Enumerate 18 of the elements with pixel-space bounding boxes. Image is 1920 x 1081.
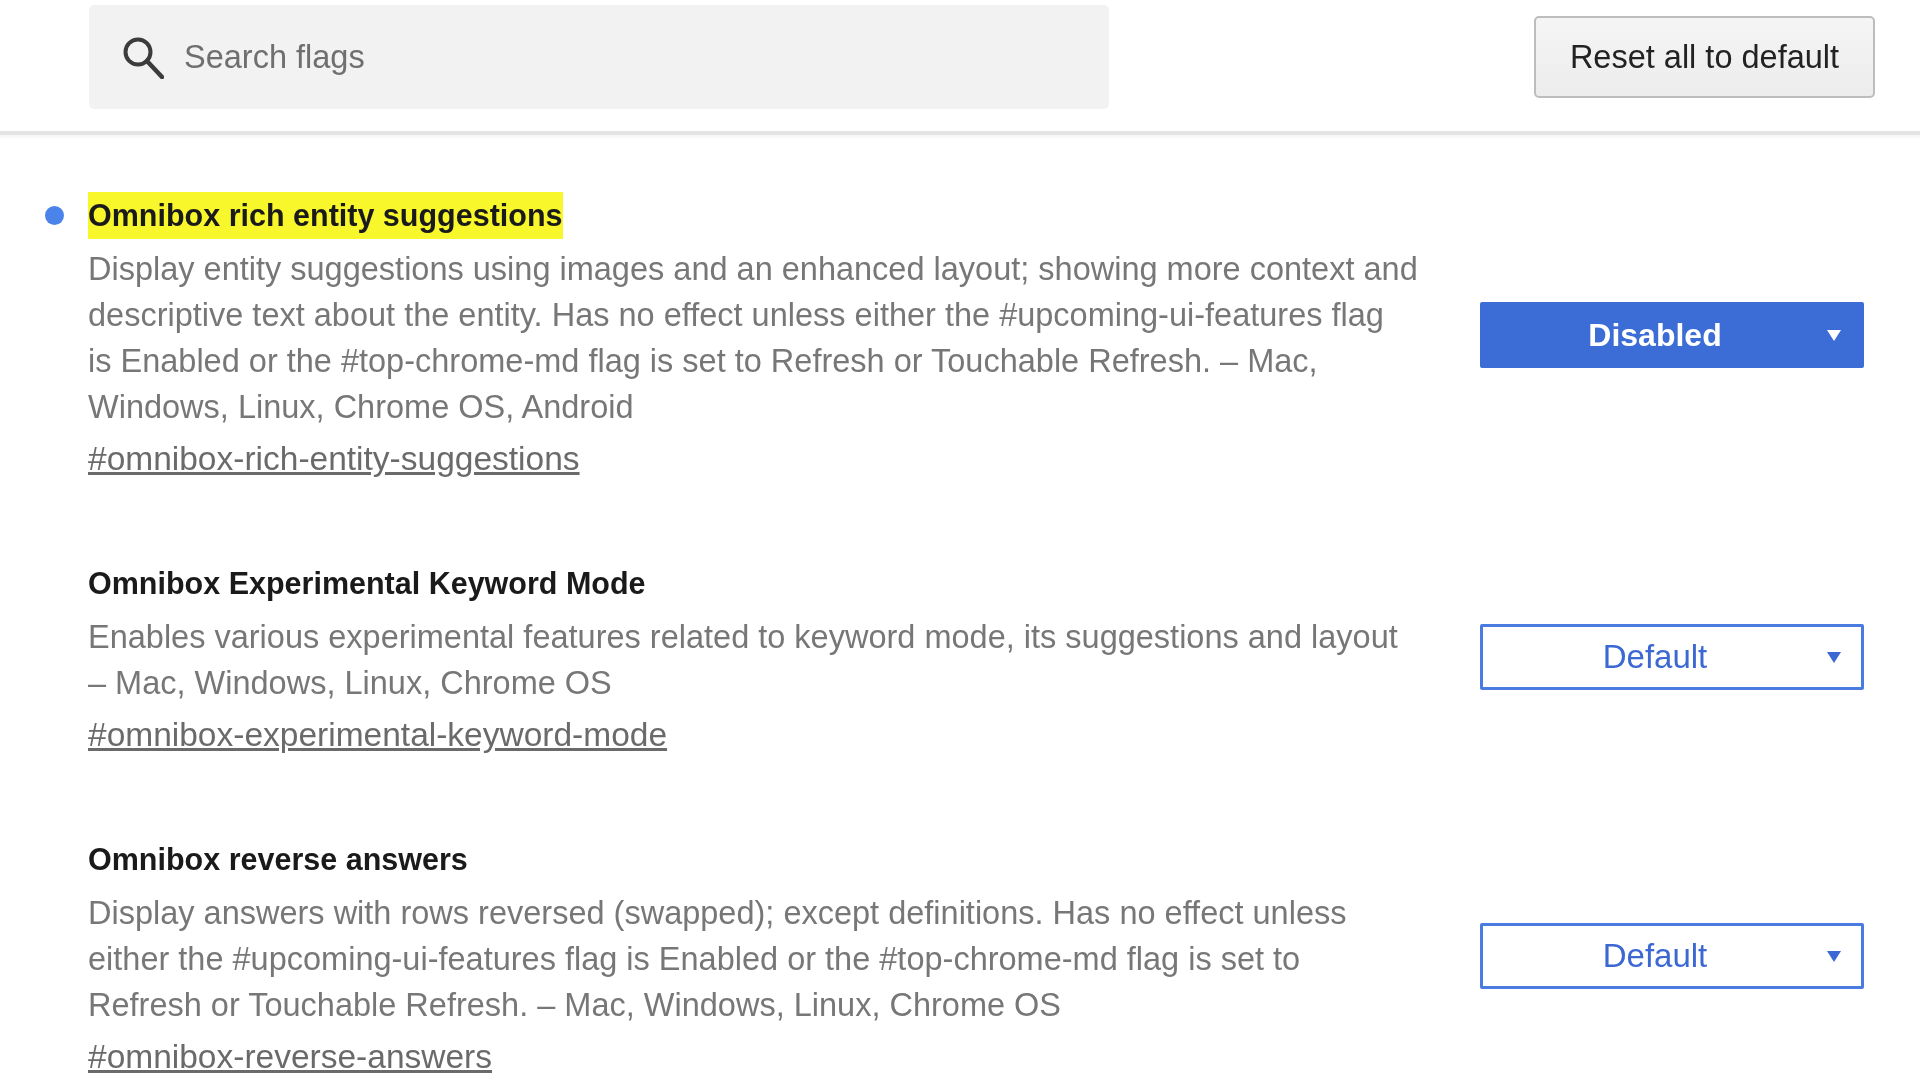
search-icon: [122, 36, 164, 79]
flag-dropdown[interactable]: Default: [1480, 624, 1864, 690]
flag-description: Enables various experimental features related to keyword mode, its suggestions and layout – Mac, Windows, Linux, Chrome OS: [88, 618, 1399, 703]
flag-link[interactable]: #omnibox-rich-entity-suggestions: [88, 440, 580, 478]
flag-description: Display entity suggestions using images and an enhanced layout; showing more context and descriptive text about the entity. Has no effect unless either the #upcoming-ui-features flag is Enabled or the #top-chrome-md flag is set to Refresh or Touchable Refresh. – Mac, Windows, Linux, Chrome OS, Android: [88, 250, 1419, 427]
flag-title: Omnibox rich entity suggestions: [88, 192, 563, 239]
caret-icon: [1827, 950, 1841, 962]
flag-title: Omnibox reverse answers: [88, 841, 468, 878]
reset-button[interactable]: Reset all to default: [1534, 16, 1875, 98]
flag-description: Display answers with rows reversed (swapped); except definitions. Has no effect unless either the #upcoming-ui-features flag is Enabled or the #top-chrome-md flag is set to Refresh or Touchable Refresh. – Mac, Windows, Linux, Chrome OS: [88, 894, 1348, 1025]
flag-title: Omnibox Experimental Keyword Mode: [88, 565, 646, 603]
flag-dropdown[interactable]: Disabled: [1480, 302, 1864, 368]
flag-link[interactable]: #omnibox-experimental-keyword-mode: [88, 716, 668, 754]
flag-dropdown[interactable]: Default: [1480, 923, 1864, 989]
search-field[interactable]: Search flags: [89, 5, 1109, 109]
caret-icon: [1827, 329, 1841, 341]
caret-icon: [1827, 651, 1841, 663]
flag-link[interactable]: #omnibox-reverse-answers: [88, 1038, 492, 1076]
